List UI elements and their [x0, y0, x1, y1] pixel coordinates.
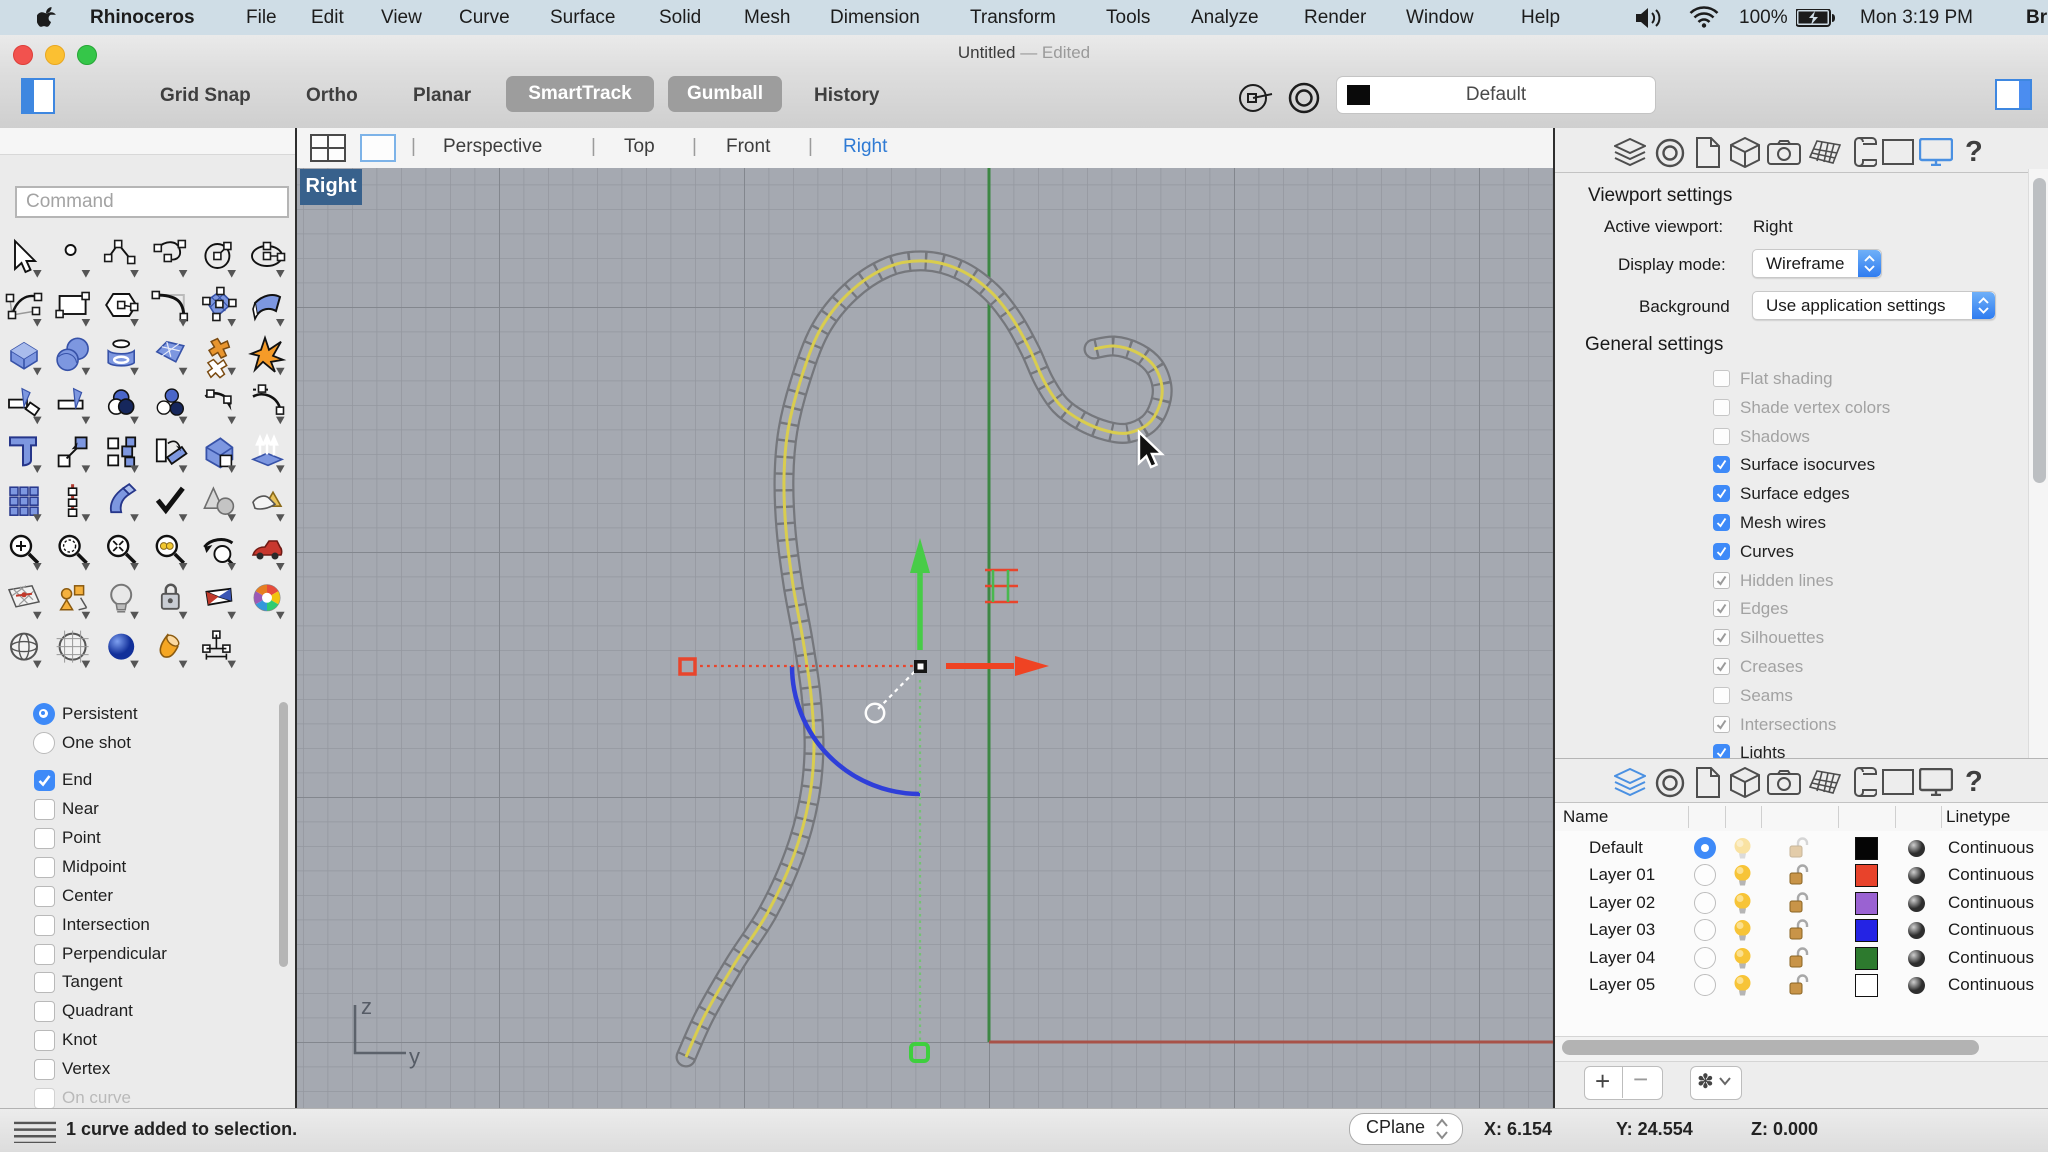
svg-text:z: z	[361, 994, 372, 1019]
svg-text:y: y	[409, 1044, 420, 1069]
